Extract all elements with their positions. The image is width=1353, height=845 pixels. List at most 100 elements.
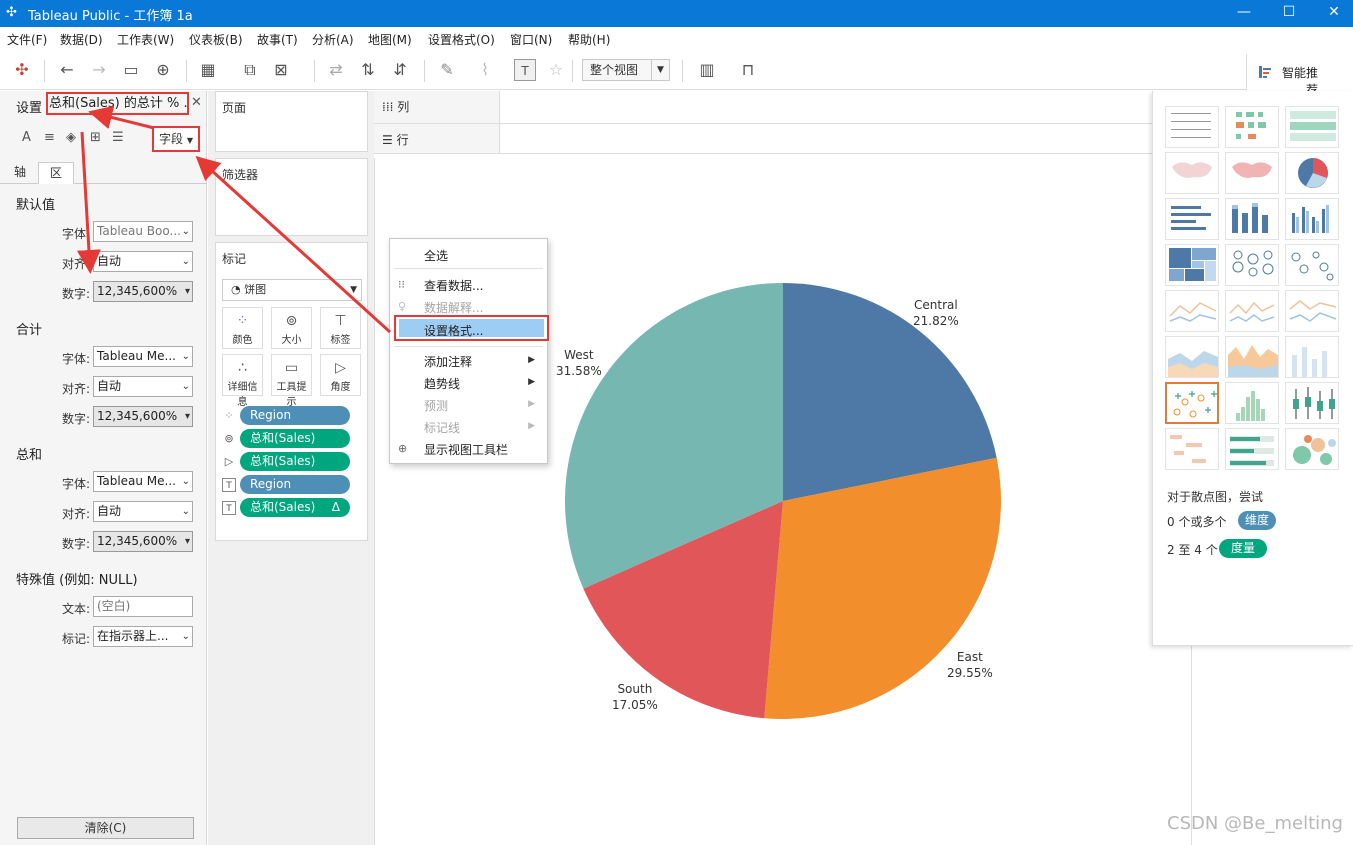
redo-icon[interactable]: →: [88, 59, 110, 81]
sales-angle-pill[interactable]: 总和(Sales): [240, 452, 350, 471]
close-window-button[interactable]: ✕: [1311, 0, 1353, 27]
fix-axes-icon[interactable]: ☆: [545, 59, 567, 81]
total-number-select[interactable]: 12,345,600% ▾: [93, 406, 193, 427]
menu-show-view-toolbar[interactable]: 显示视图工具栏: [424, 441, 508, 458]
show-me-tab[interactable]: 智能推荐: [1246, 54, 1353, 97]
presentation-mode-icon[interactable]: ⊓: [737, 59, 759, 81]
default-number-select[interactable]: 12,345,600% ▾: [93, 281, 193, 302]
menu-format[interactable]: 设置格式...: [424, 322, 483, 339]
sales-label-pill[interactable]: 总和(Sales) Δ: [240, 498, 350, 517]
chart-type-area-continuous[interactable]: [1165, 336, 1219, 378]
region-color-pill[interactable]: Region: [240, 406, 350, 425]
view-fit-select[interactable]: 整个视图 ▼: [582, 59, 670, 81]
new-datasource-icon[interactable]: ⊕: [152, 59, 174, 81]
chart-type-stacked-bars[interactable]: [1225, 198, 1279, 240]
maximize-button[interactable]: ☐: [1266, 0, 1312, 27]
menu-help[interactable]: 帮助(H): [568, 31, 610, 48]
grand-font-select[interactable]: Tableau Me... ⌄: [93, 471, 193, 492]
chart-type-dual-lines[interactable]: [1285, 290, 1339, 332]
menu-annotate[interactable]: 添加注释: [424, 353, 472, 370]
group-members-icon[interactable]: ⌇: [474, 59, 496, 81]
lines-format-icon[interactable]: ☰: [112, 130, 124, 145]
special-text-input[interactable]: (空白): [93, 596, 193, 617]
chart-type-box-whisker[interactable]: [1285, 382, 1339, 424]
menu-analysis[interactable]: 分析(A): [312, 31, 354, 48]
font-format-icon[interactable]: A: [22, 130, 31, 145]
menu-file[interactable]: 文件(F): [7, 31, 47, 48]
highlight-icon[interactable]: ✎: [436, 59, 458, 81]
menu-view-data[interactable]: 查看数据...: [424, 277, 483, 294]
chart-type-bullet-graph[interactable]: [1225, 428, 1279, 470]
label-button[interactable]: ⊤ 标签: [320, 307, 361, 349]
detail-button[interactable]: ∴ 详细信息: [222, 354, 263, 408]
show-cards-icon[interactable]: ▥: [696, 59, 718, 81]
chart-type-horizontal-bars[interactable]: [1165, 198, 1219, 240]
borders-format-icon[interactable]: ⊞: [90, 130, 101, 145]
total-align-select[interactable]: 自动 ⌄: [93, 376, 193, 397]
menu-explain-data[interactable]: 数据解释...: [424, 299, 483, 316]
default-align-select[interactable]: 自动 ⌄: [93, 251, 193, 272]
filters-card[interactable]: 筛选器: [215, 158, 368, 236]
rows-drop-zone[interactable]: [499, 124, 1153, 153]
angle-button[interactable]: ▷ 角度: [320, 354, 361, 396]
tooltip-button[interactable]: ▭ 工具提示: [271, 354, 312, 408]
pages-card[interactable]: 页面: [215, 91, 368, 152]
menu-trend-lines[interactable]: 趋势线: [424, 375, 460, 392]
chart-type-continuous-lines[interactable]: [1165, 290, 1219, 332]
chart-type-highlight-table[interactable]: [1285, 106, 1339, 148]
menu-map[interactable]: 地图(M): [368, 31, 412, 48]
menu-worksheet[interactable]: 工作表(W): [117, 31, 174, 48]
default-font-select[interactable]: Tableau Boo... ⌄: [93, 221, 193, 242]
sort-descending-icon[interactable]: ⇵: [389, 59, 411, 81]
chart-type-text-table[interactable]: [1165, 106, 1219, 148]
clear-sheet-icon[interactable]: ⊠: [270, 59, 292, 81]
chart-type-area-discrete[interactable]: [1225, 336, 1279, 378]
special-marks-select[interactable]: 在指示器上... ⌄: [93, 626, 193, 647]
grand-align-select[interactable]: 自动 ⌄: [93, 501, 193, 522]
chart-type-dual-combination[interactable]: [1285, 336, 1339, 378]
chart-type-heat-map[interactable]: [1225, 106, 1279, 148]
menu-forecast[interactable]: 预测: [424, 397, 448, 414]
chart-type-treemap[interactable]: [1165, 244, 1219, 286]
columns-shelf[interactable]: ⁞⁞⁞ 列: [374, 91, 1153, 124]
chart-type-gantt-chart[interactable]: [1165, 428, 1219, 470]
undo-icon[interactable]: ←: [56, 59, 78, 81]
sort-ascending-icon[interactable]: ⇅: [357, 59, 379, 81]
menu-data[interactable]: 数据(D): [60, 31, 103, 48]
chart-type-pie-chart[interactable]: [1285, 152, 1339, 194]
grand-number-select[interactable]: 12,345,600% ▾: [93, 531, 193, 552]
menu-dashboard[interactable]: 仪表板(B): [189, 31, 243, 48]
menu-window[interactable]: 窗口(N): [510, 31, 552, 48]
columns-drop-zone[interactable]: [499, 91, 1153, 123]
mark-type-select[interactable]: ◔ 饼图 ▼: [222, 279, 362, 301]
tableau-home-icon[interactable]: ✣: [11, 59, 33, 81]
chart-type-scatter-plot[interactable]: [1165, 382, 1219, 424]
shading-format-icon[interactable]: ◈: [66, 130, 76, 145]
chart-type-circle-views[interactable]: [1225, 244, 1279, 286]
alignment-format-icon[interactable]: ≡: [44, 130, 55, 145]
fields-dropdown-button[interactable]: 字段 ▼: [152, 126, 200, 152]
tab-axis[interactable]: 轴: [5, 162, 35, 184]
chart-type-discrete-lines[interactable]: [1225, 290, 1279, 332]
color-button[interactable]: ⁘ 颜色: [222, 307, 263, 349]
chart-type-histogram[interactable]: [1225, 382, 1279, 424]
save-icon[interactable]: ▭: [120, 59, 142, 81]
new-worksheet-icon[interactable]: ▦: [197, 59, 219, 81]
chart-type-side-by-side-circles[interactable]: [1285, 244, 1339, 286]
menu-format[interactable]: 设置格式(O): [428, 31, 495, 48]
clear-button[interactable]: 清除(C): [17, 817, 194, 839]
tab-pane[interactable]: 区: [38, 162, 74, 184]
chart-type-symbol-map[interactable]: [1165, 152, 1219, 194]
menu-story[interactable]: 故事(T): [257, 31, 298, 48]
chart-type-side-by-side-bars[interactable]: [1285, 198, 1339, 240]
region-label-pill[interactable]: Region: [240, 475, 350, 494]
minimize-button[interactable]: —: [1221, 0, 1267, 27]
rows-shelf[interactable]: ☰ 行: [374, 124, 1153, 154]
show-mark-labels-icon[interactable]: T: [514, 59, 536, 81]
menu-select-all[interactable]: 全选: [424, 247, 448, 264]
chart-type-packed-bubbles[interactable]: [1285, 428, 1339, 470]
duplicate-sheet-icon[interactable]: ⧉: [239, 59, 261, 81]
close-icon[interactable]: ✕: [191, 95, 202, 110]
menu-reference-lines[interactable]: 标记线: [424, 419, 460, 436]
size-button[interactable]: ⊚ 大小: [271, 307, 312, 349]
